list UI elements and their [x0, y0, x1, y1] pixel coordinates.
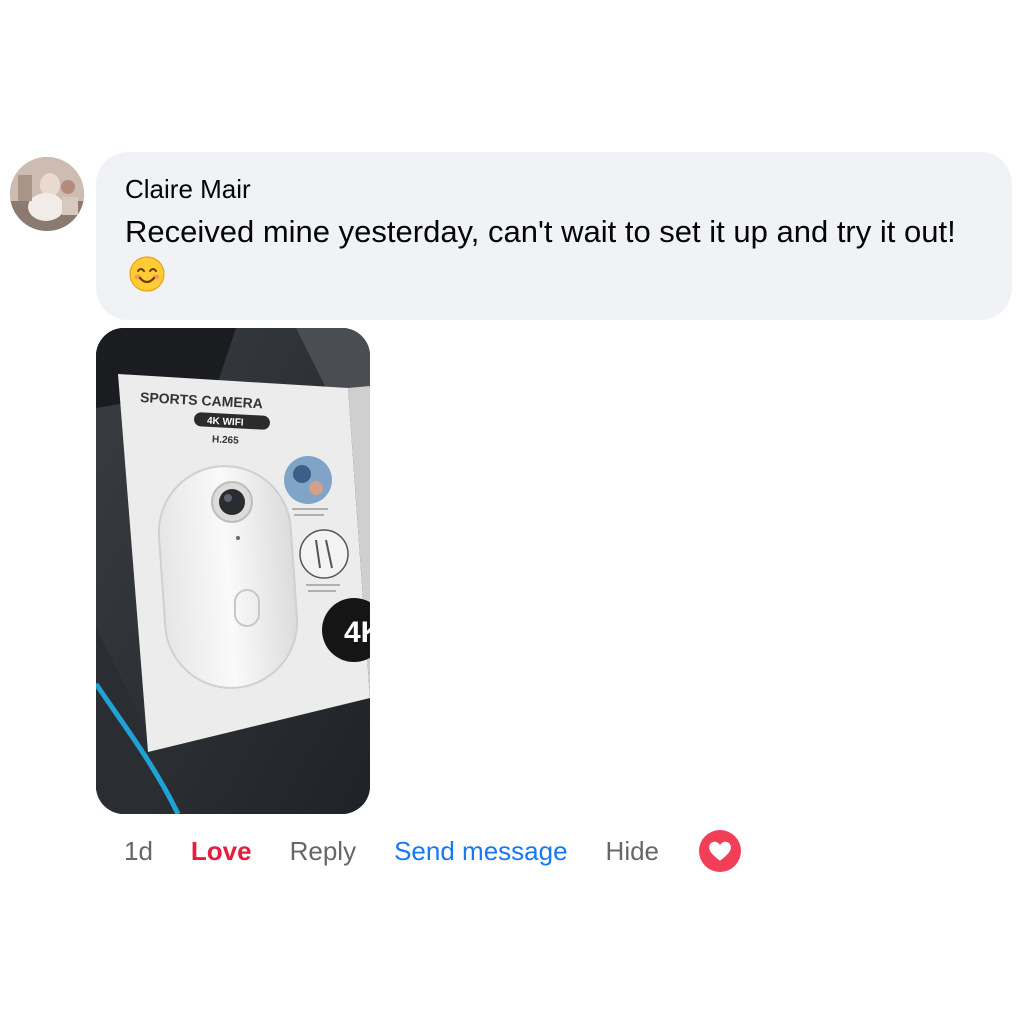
box-badge: 4K WIFI — [207, 416, 244, 429]
sports-camera-box-photo: 4K SPORTS CAMERA 4K WIFI H.265 — [96, 328, 370, 814]
comment: Claire Mair Received mine yesterday, can… — [0, 0, 1024, 1024]
send-message-button[interactable]: Send message — [394, 836, 567, 867]
comment-timestamp[interactable]: 1d — [124, 836, 153, 867]
comment-text: Received mine yesterday, can't wait to s… — [125, 214, 956, 249]
comment-photo[interactable]: 4K SPORTS CAMERA 4K WIFI H.265 — [96, 328, 370, 814]
smiling-face-with-smiling-eyes-icon — [129, 256, 165, 292]
box-codec: H.265 — [212, 434, 240, 446]
hide-button[interactable]: Hide — [606, 836, 659, 867]
avatar[interactable] — [10, 157, 84, 231]
comment-author[interactable]: Claire Mair — [125, 172, 982, 206]
comment-text-wrap: Received mine yesterday, can't wait to s… — [125, 210, 982, 298]
love-button[interactable]: Love — [191, 836, 252, 867]
comment-bubble: Claire Mair Received mine yesterday, can… — [96, 152, 1012, 320]
reply-button[interactable]: Reply — [290, 836, 356, 867]
comment-actions: 1d Love Reply Send message Hide — [124, 828, 742, 874]
love-reaction-icon[interactable] — [699, 830, 742, 872]
avatar-photo — [10, 157, 84, 231]
box-4k-logo: 4K — [344, 616, 370, 649]
